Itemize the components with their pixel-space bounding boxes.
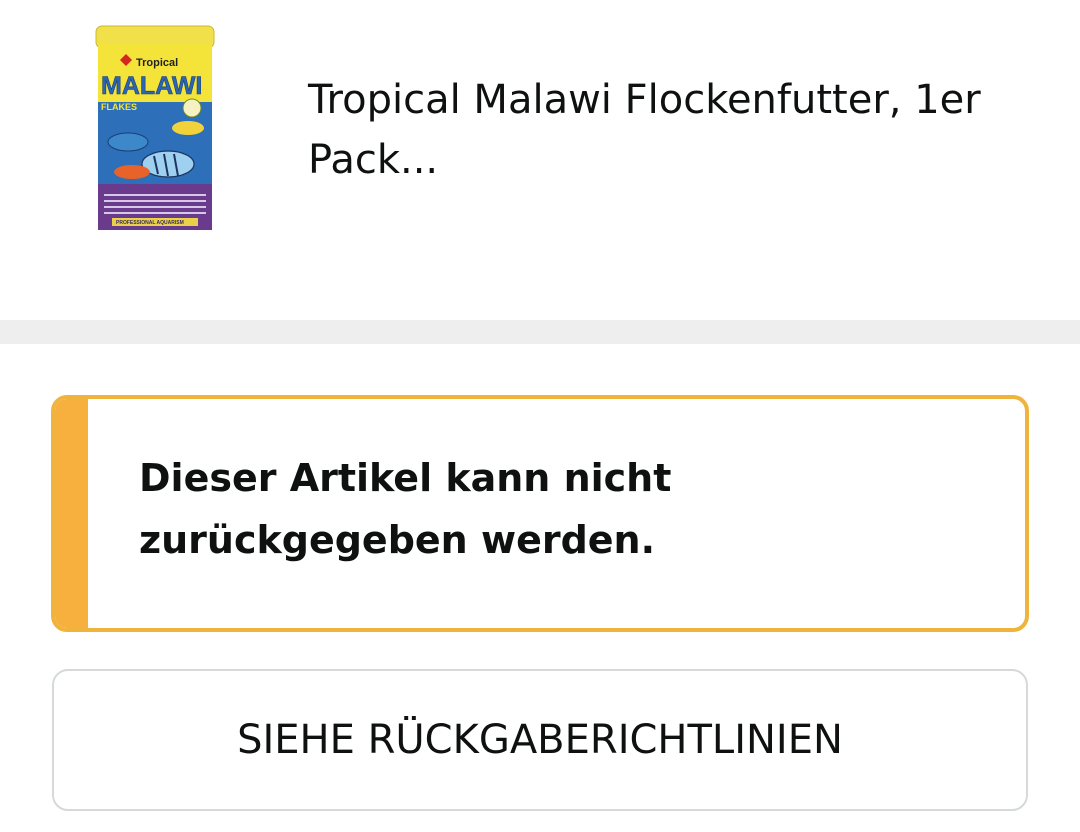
product-title[interactable]: Tropical Malawi Flockenfutter, 1er Pack.… bbox=[308, 70, 1048, 190]
non-returnable-alert: Dieser Artikel kann nicht zurückgegeben … bbox=[51, 395, 1029, 632]
section-divider bbox=[0, 320, 1080, 344]
product-row[interactable]: Tropical MALAWI FLAKES PROFESSIONAL AQUA… bbox=[0, 0, 1080, 320]
product-image-name: MALAWI bbox=[101, 72, 202, 100]
svg-text:Tropical: Tropical bbox=[136, 57, 178, 69]
alert-accent-stripe bbox=[55, 399, 88, 628]
return-policy-button[interactable]: SIEHE RÜCKGABERICHTLINIEN bbox=[52, 669, 1028, 811]
product-image-footer: PROFESSIONAL AQUARISM bbox=[116, 220, 184, 226]
product-image[interactable]: Tropical MALAWI FLAKES PROFESSIONAL AQUA… bbox=[92, 24, 218, 234]
alert-message: Dieser Artikel kann nicht zurückgegeben … bbox=[139, 456, 672, 562]
product-image-subtext: FLAKES bbox=[101, 102, 137, 112]
